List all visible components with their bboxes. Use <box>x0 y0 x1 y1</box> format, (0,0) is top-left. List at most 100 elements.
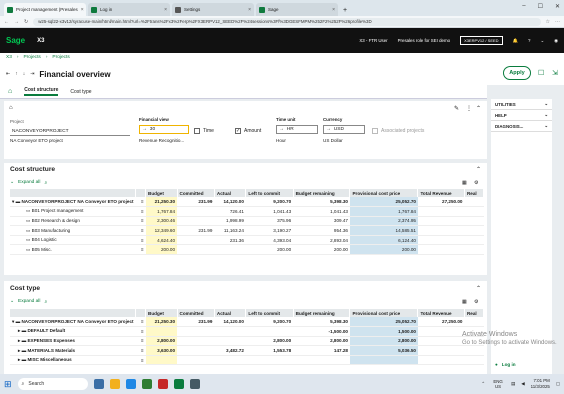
taskbar-search[interactable]: ⌕ Search <box>17 378 88 390</box>
financial-view-field[interactable]: → 30 <box>139 125 189 134</box>
row-menu-icon[interactable]: ≡ <box>135 336 146 347</box>
apply-button[interactable]: Apply <box>503 66 531 80</box>
table-row[interactable]: ▾ ▬ NACONVEYORPROJECT NA Conveyor ETO pr… <box>10 197 484 208</box>
column-header-left-to-commit[interactable]: Left to commit <box>245 189 294 197</box>
sidebar-diagnosis[interactable]: DIAGNOSIS... ⌄ <box>491 121 552 132</box>
sage-app-icon[interactable] <box>173 379 184 389</box>
time-unit-field[interactable]: → HR <box>276 125 318 134</box>
expand-triangle-icon[interactable]: ▸ <box>18 338 20 343</box>
edge-icon[interactable] <box>125 379 136 389</box>
table-row[interactable]: ▸ ▬ MATERIALS Materials ≡ 3,630.00 3,482.72… <box>10 345 484 356</box>
chevron-up-icon[interactable]: ⌃ <box>481 381 485 387</box>
currency-field[interactable]: → USD <box>323 125 365 134</box>
refresh-icon[interactable]: ↻ <box>24 19 28 25</box>
exit-icon[interactable]: ⇲ <box>552 69 558 77</box>
sidebar-utilities[interactable]: UTILITIES ⌄ <box>491 99 552 110</box>
column-header-provisional-cost[interactable]: Provisional cost price <box>349 309 419 317</box>
associated-projects-checkbox[interactable] <box>372 128 378 134</box>
table-row[interactable]: ▭ B04 Logistic ≡ 4,624.40 231.36 4,393.04 2,8… <box>10 235 484 246</box>
row-menu-icon[interactable]: ≡ <box>135 216 146 227</box>
project-field[interactable]: NACONVEYORPROJECT <box>10 127 130 136</box>
row-menu-icon[interactable]: ≡ <box>135 197 146 208</box>
login-link[interactable]: ● Log in <box>495 362 516 367</box>
close-window-icon[interactable]: ✕ <box>555 3 560 10</box>
forward-icon[interactable]: → <box>14 19 19 25</box>
browser-tab-sage[interactable]: Sage × <box>256 3 338 16</box>
chevron-down-icon[interactable]: ⌄ <box>540 38 544 44</box>
table-row[interactable]: ▾ ▬ NACONVEYORPROJECT NA Conveyor ETO pr… <box>10 317 484 328</box>
table-row[interactable]: ▭ B01 Project management ≡ 1,767.84 726.41 1… <box>10 206 484 217</box>
column-header-actual[interactable]: Actual <box>214 309 247 317</box>
collapse-triangle-icon[interactable]: ▾ <box>12 199 14 204</box>
row-menu-icon[interactable]: ≡ <box>135 244 146 256</box>
tab-cost-type[interactable]: Cost type <box>70 89 91 95</box>
table-row[interactable]: ▸ ▬ DEFAULT Default ≡ -1,500.00 1,500.00 <box>10 326 484 337</box>
sidebar-help[interactable]: HELP ⌄ <box>491 110 552 121</box>
settings-icon[interactable]: ⚙ <box>474 180 478 186</box>
compass-icon[interactable]: ◉ <box>554 38 558 44</box>
row-menu-icon[interactable]: ≡ <box>135 326 146 337</box>
volume-icon[interactable]: ◀ <box>521 381 524 387</box>
column-header-actual[interactable]: Actual <box>214 189 247 197</box>
column-header-budget[interactable]: Budget <box>145 309 178 317</box>
close-icon[interactable]: × <box>332 7 335 13</box>
browser-tab-settings[interactable]: Settings × <box>172 3 254 16</box>
breadcrumb-x3[interactable]: X3 <box>6 55 12 61</box>
notification-icon[interactable]: ▢ <box>556 381 560 387</box>
column-header-real[interactable]: Real <box>464 189 485 197</box>
table-row[interactable]: ▭ B03 Manufacturing ≡ 12,349.60 231.99 11,16… <box>10 225 484 236</box>
collapse-icon[interactable]: ⌃ <box>476 105 481 112</box>
amount-checkbox[interactable]: ✓ <box>235 128 241 134</box>
column-header-provisional-cost[interactable]: Provisional cost price <box>349 189 419 197</box>
new-tab-icon[interactable]: + <box>343 7 347 14</box>
column-header-committed[interactable]: Committed <box>177 309 215 317</box>
column-header-budget-remaining[interactable]: Budget remaining <box>293 309 351 317</box>
browser-tab-project[interactable]: Project management (Presales × <box>4 3 86 16</box>
first-icon[interactable]: ⇤ <box>6 71 10 77</box>
breadcrumb-projects-2[interactable]: Projects <box>52 55 69 61</box>
tools-icon[interactable]: ✎ <box>454 105 459 112</box>
browser-tab-login[interactable]: Log in × <box>88 3 170 16</box>
row-menu-icon[interactable]: ≡ <box>135 317 146 328</box>
row-menu-icon[interactable]: ≡ <box>135 235 146 246</box>
star-icon[interactable]: ☆ <box>546 19 550 25</box>
expand-triangle-icon[interactable]: ▸ <box>18 357 20 362</box>
network-icon[interactable]: ▤ <box>511 381 515 387</box>
column-header-budget[interactable]: Budget <box>145 189 178 197</box>
row-menu-icon[interactable]: ≡ <box>135 345 146 356</box>
maximize-icon[interactable]: ☐ <box>538 3 543 10</box>
folder-badge[interactable]: X3ERPV12 / SEED <box>460 36 503 45</box>
column-header-total-revenue[interactable]: Total Revenue <box>417 189 465 197</box>
expand-triangle-icon[interactable]: ▸ <box>18 328 20 333</box>
breadcrumb-projects[interactable]: Projects <box>23 55 40 61</box>
table-row[interactable]: ▸ ▬ EXPENSES Expenses ≡ 2,800.00 2,800.00 2,… <box>10 336 484 347</box>
expand-all[interactable]: ⌄ Expand all ⌕ <box>10 299 47 305</box>
expand-triangle-icon[interactable]: ▸ <box>18 348 20 353</box>
user-label[interactable]: X3 - FTR User <box>359 38 387 43</box>
column-header-budget-remaining[interactable]: Budget remaining <box>293 189 351 197</box>
column-header-total-revenue[interactable]: Total Revenue <box>417 309 465 317</box>
role-label[interactable]: Presales role for SEI demo <box>398 38 450 43</box>
url-input[interactable]: w25-sql22-x3v12/syracuse-main/html/main.… <box>33 17 541 26</box>
row-menu-icon[interactable]: ≡ <box>135 206 146 217</box>
row-menu-icon[interactable]: ≡ <box>135 355 146 366</box>
task-view-icon[interactable] <box>93 379 104 389</box>
close-icon[interactable]: × <box>248 7 251 13</box>
bookmark-icon[interactable]: ☐ <box>538 69 544 77</box>
grid-icon[interactable]: ▦ <box>462 299 467 305</box>
tab-cost-structure[interactable]: Cost structure <box>24 87 59 96</box>
grid-icon[interactable]: ▦ <box>462 180 467 186</box>
help-icon[interactable]: ? <box>528 38 530 43</box>
collapse-triangle-icon[interactable]: ▾ <box>12 319 14 324</box>
options-icon[interactable]: ⋮ <box>466 105 472 112</box>
column-header-real[interactable]: Real <box>464 309 485 317</box>
windows-start-icon[interactable]: ⊞ <box>4 379 12 390</box>
down-icon[interactable]: ↓ <box>23 71 26 77</box>
close-icon[interactable]: × <box>164 7 167 13</box>
menu-dots-icon[interactable]: ⋯ <box>555 19 560 25</box>
settings-icon[interactable]: ⚙ <box>474 299 478 305</box>
table-row[interactable]: ▭ B05 Misc. ≡ 200.00 200.00 200.00 200.00 <box>10 244 484 256</box>
app-icon[interactable] <box>141 379 152 389</box>
time-checkbox[interactable] <box>194 128 200 134</box>
app-icon-2[interactable] <box>157 379 168 389</box>
